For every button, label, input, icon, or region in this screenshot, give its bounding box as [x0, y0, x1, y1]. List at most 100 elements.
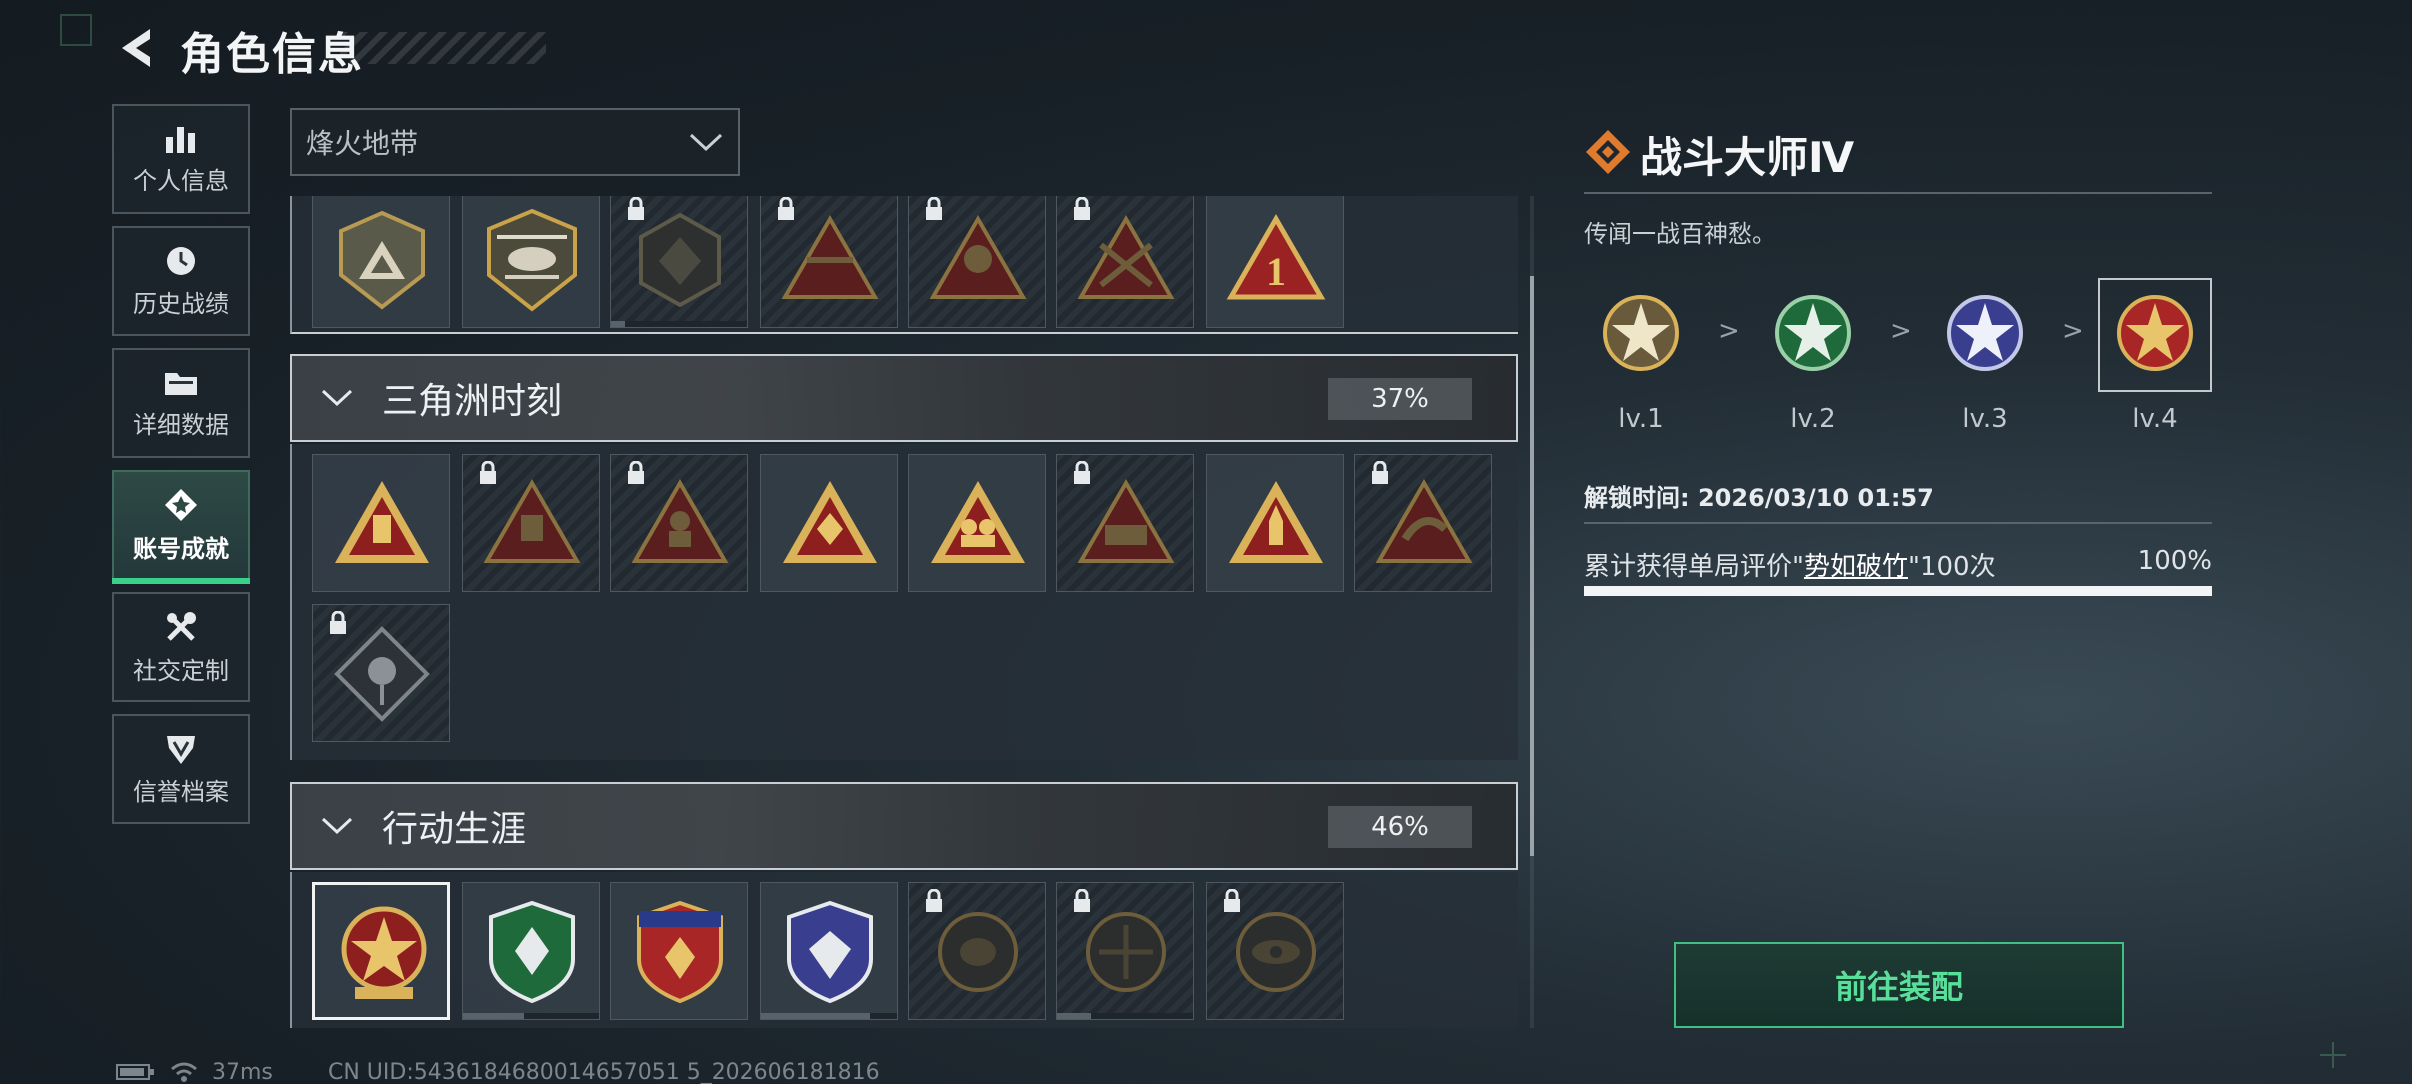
section-operation-career-body [290, 872, 1518, 1028]
medal-item-locked[interactable] [462, 454, 600, 592]
sidebar-item-achievements[interactable]: 账号成就 [112, 470, 250, 584]
corner-frame [60, 14, 92, 46]
mode-filter-dropdown[interactable]: 烽火地带 [290, 108, 740, 176]
medal-item-locked[interactable] [312, 604, 450, 742]
plus-icon [2320, 1042, 2346, 1068]
helicopter-medal-icon [487, 208, 577, 312]
section-percent: 46% [1328, 806, 1472, 848]
red-star-badge-icon [2117, 295, 2193, 371]
squad-triangle-medal-icon [1077, 478, 1175, 563]
medal-item-locked[interactable] [1056, 196, 1194, 328]
bar-chart-icon [166, 126, 195, 153]
unlock-value: 2026/03/10 01:57 [1697, 484, 1934, 512]
achievement-list[interactable]: 1 三角洲时刻 37% 行动生涯 46% [290, 196, 1518, 1028]
user-uid: CN UID:5436184680014657051 5_20260618181… [328, 1060, 880, 1084]
level-2-badge[interactable] [1756, 278, 1870, 392]
lock-icon [628, 461, 644, 484]
number-one-medal-icon: 1 [1226, 213, 1326, 300]
medal-item[interactable] [312, 454, 450, 592]
rocket-triangle-medal-icon [1229, 481, 1323, 563]
level-separator: > [2062, 316, 2084, 346]
medal-item-locked[interactable] [908, 196, 1046, 328]
medal-item-locked[interactable] [1056, 454, 1194, 592]
title-decor-stripe [340, 32, 546, 64]
usb-triangle-medal-icon [335, 481, 429, 563]
medal-item[interactable] [312, 196, 450, 328]
diamond-shield-medal-icon [787, 900, 873, 1004]
heli-triangle-medal-icon [781, 214, 879, 299]
chevron-down-icon [321, 389, 353, 407]
ping-value: 37ms [212, 1059, 273, 1084]
sidebar-item-profile[interactable]: 个人信息 [112, 104, 250, 214]
medal-item-locked[interactable] [610, 196, 748, 328]
sidebar-item-details[interactable]: 详细数据 [112, 348, 250, 458]
medal-item[interactable] [760, 454, 898, 592]
sidebar-item-label: 账号成就 [133, 534, 229, 563]
achievement-icon [165, 488, 197, 521]
level-1-badge[interactable] [1584, 278, 1698, 392]
history-clock-icon [167, 246, 195, 275]
medal-item-locked[interactable] [1206, 882, 1344, 1020]
level-separator: > [1718, 316, 1740, 346]
medal-item[interactable] [610, 882, 748, 1020]
medal-item[interactable] [1206, 454, 1344, 592]
go-equip-button[interactable]: 前往装配 [1674, 942, 2124, 1028]
tools-icon [167, 611, 196, 641]
sidebar-item-social[interactable]: 社交定制 [112, 592, 250, 702]
medal-item-locked[interactable] [610, 454, 748, 592]
level-3-badge[interactable] [1928, 278, 2042, 392]
scrollbar-thumb[interactable] [1530, 276, 1534, 856]
battery-icon [116, 1064, 154, 1080]
gem-triangle-medal-icon [783, 481, 877, 563]
level-label: lv.4 [2132, 404, 2178, 434]
svg-text:1: 1 [1266, 249, 1286, 294]
requirement-progress-bar [1584, 586, 2212, 596]
dropdown-value: 烽火地带 [306, 127, 419, 160]
sidebar-item-history[interactable]: 历史战绩 [112, 226, 250, 336]
requirement-percent: 100% [2137, 546, 2212, 576]
medal-item[interactable]: 1 [1206, 196, 1344, 328]
crossed-guns-medal-icon [1077, 214, 1175, 299]
eagle-triangle-medal-icon [1375, 478, 1473, 563]
blue-star-badge-icon [1947, 295, 2023, 371]
combat-master-medal-icon [341, 906, 427, 999]
lock-icon [1074, 889, 1090, 912]
back-arrow-icon [122, 29, 150, 67]
achievement-description: 传闻一战百神愁。 [1584, 220, 1776, 248]
sidebar-item-label: 详细数据 [133, 410, 229, 439]
active-indicator [112, 578, 250, 584]
portrait-triangle-medal-icon [483, 478, 581, 563]
medal-progress [463, 1013, 599, 1019]
unlock-time: 解锁时间: 2026/03/10 01:57 [1584, 478, 1934, 513]
medal-item[interactable] [760, 882, 898, 1020]
level-label: lv.3 [1962, 404, 2008, 434]
section-header-delta-moments[interactable]: 三角洲时刻 37% [290, 354, 1518, 442]
requirement-highlight: 势如破竹 [1803, 552, 1908, 582]
medal-item-locked[interactable] [1354, 454, 1492, 592]
back-button[interactable] [110, 22, 158, 74]
chevron-down-icon [689, 133, 723, 152]
medal-item[interactable] [462, 196, 600, 328]
level-label: lv.2 [1790, 404, 1836, 434]
green-star-badge-icon [1775, 295, 1851, 371]
sidebar-item-reputation[interactable]: 信誉档案 [112, 714, 250, 824]
medal-item[interactable] [908, 454, 1046, 592]
lock-icon [926, 197, 942, 220]
level-4-badge[interactable] [2098, 278, 2212, 392]
sidebar-item-label: 历史战绩 [133, 289, 229, 318]
medal-item-selected[interactable] [312, 882, 450, 1020]
team-triangle-medal-icon [931, 481, 1025, 563]
medal-item-locked[interactable] [908, 882, 1046, 1020]
section-header-operation-career[interactable]: 行动生涯 46% [290, 782, 1518, 870]
soldier-triangle-medal-icon [929, 214, 1027, 299]
lock-icon [330, 611, 346, 634]
divider [1584, 522, 2212, 524]
medal-item-locked[interactable] [760, 196, 898, 328]
medal-item-locked[interactable] [1056, 882, 1194, 1020]
green-shield-medal-icon [489, 900, 575, 1004]
medal-item[interactable] [462, 882, 600, 1020]
rose-diamond-medal-icon [334, 626, 430, 722]
lock-icon [926, 889, 942, 912]
red-blue-shield-medal-icon [637, 900, 723, 1004]
medal-progress [1057, 1013, 1193, 1019]
